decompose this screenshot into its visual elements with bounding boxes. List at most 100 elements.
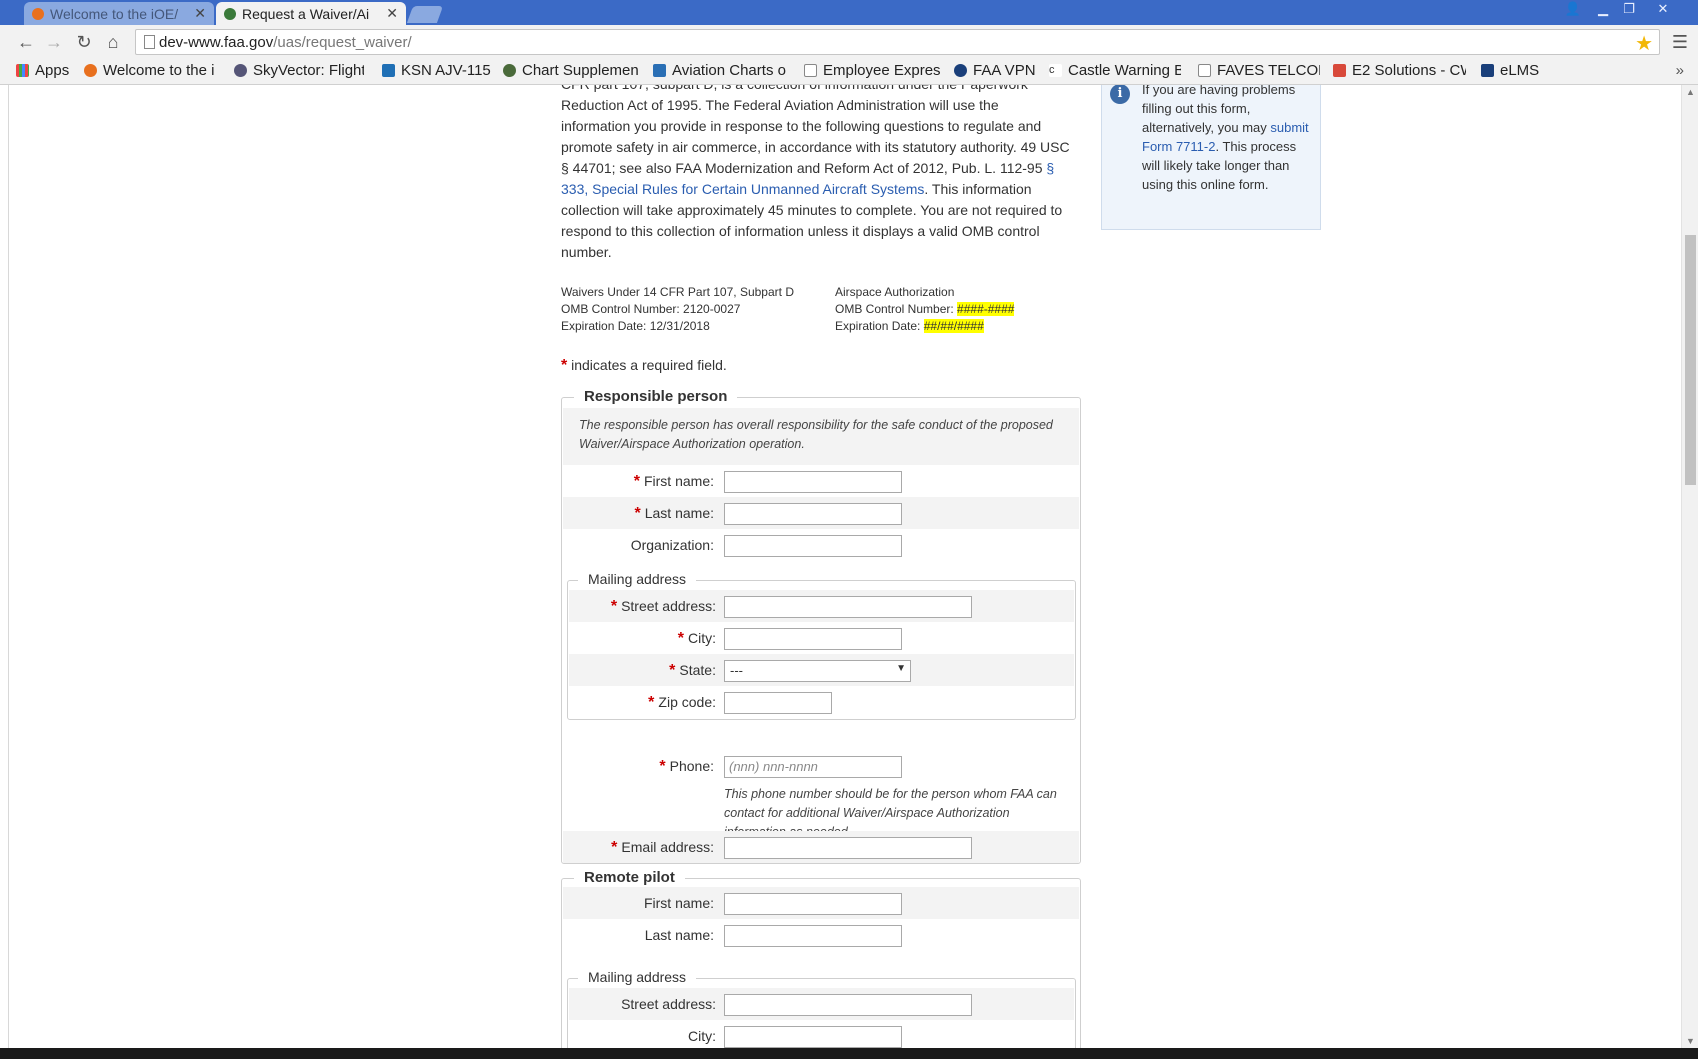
bookmark-chart-supplement[interactable]: Chart Supplemen [503,62,640,79]
omb-waivers-info: Waivers Under 14 CFR Part 107, Subpart D… [561,284,794,335]
omb-value-highlight: ##/##/#### [923,319,984,333]
scroll-up-icon[interactable]: ▲ [1686,87,1695,97]
browser-titlebar: Welcome to the iOE/ ✕ Request a Waiver/A… [0,0,1698,25]
pilot-city-row: City: [569,1020,1074,1048]
bookmark-faa-vpn[interactable]: FAA VPN [954,62,1044,79]
chart-supplement-icon [503,64,516,77]
first-name-input[interactable] [724,471,902,493]
page-scrollbar[interactable]: ▲ ▼ [1681,85,1698,1048]
back-arrow-icon[interactable]: ← [15,32,37,52]
bookmark-castle-warning[interactable]: c Castle Warning B [1049,62,1181,79]
state-label: * State: [669,662,716,680]
first-name-row: * First name: [563,465,1079,497]
bookmark-star-icon[interactable]: ★ [1635,31,1653,56]
label-text: First name: [643,895,714,911]
label-text: Street address: [621,996,716,1012]
profile-icon[interactable]: 👤 [1560,0,1586,18]
city-input[interactable] [724,628,902,650]
page-info-icon[interactable] [144,35,155,49]
new-tab-button[interactable] [406,6,444,23]
required-star: * [634,505,641,522]
label-text: Zip code: [658,694,716,710]
required-star: * [659,758,666,775]
zip-code-label: * Zip code: [648,694,716,712]
email-label: * Email address: [611,839,714,857]
bookmark-e2-solutions[interactable]: E2 Solutions - CW [1333,62,1466,79]
omb-label: OMB Control Number: [835,302,958,316]
more-bookmarks-icon[interactable]: » [1676,62,1684,79]
street-address-row: * Street address: [569,590,1074,622]
section-333-link[interactable]: § [1046,160,1054,176]
phone-input[interactable]: (nnn) nnn-nnnn [724,756,902,778]
street-address-label: * Street address: [611,598,716,616]
bookmark-label: Chart Supplemen [522,62,639,79]
bookmark-skyvector[interactable]: SkyVector: Flight [234,62,364,79]
fieldset-legend: Mailing address [578,969,697,985]
omb-value-highlight: ####-#### [957,302,1015,316]
pilot-city-label: City: [688,1028,716,1044]
required-star: * [677,630,684,647]
last-name-input[interactable] [724,503,902,525]
pilot-city-input[interactable] [724,1026,902,1048]
state-row: * State: --- ▼ [569,654,1074,686]
responsible-person-fieldset: Responsible person The responsible perso… [561,388,1081,864]
address-bar[interactable]: dev-www.faa.gov/uas/request_waiver/ ★ [135,29,1660,55]
email-input[interactable] [724,837,972,859]
close-tab-icon[interactable]: ✕ [386,5,398,22]
required-star: * [610,598,618,615]
scroll-down-icon[interactable]: ▼ [1686,1036,1695,1046]
organization-row: Organization: [563,529,1079,561]
city-label: * City: [678,630,716,648]
last-name-label: * Last name: [635,505,715,523]
pilot-street-address-input[interactable] [724,994,972,1016]
omb-airspace-info: Airspace Authorization OMB Control Numbe… [835,284,1015,335]
bookmark-ksn[interactable]: KSN AJV-115 [382,62,492,79]
bookmark-employee-express[interactable]: Employee Expres [804,62,942,79]
faa-elms-icon [1481,64,1494,77]
pilot-mailing-address-fieldset: Mailing address Street address: City: [567,969,1076,1048]
tab-request-waiver[interactable]: Request a Waiver/Ai ✕ [216,2,406,25]
url-text: dev-www.faa.gov/uas/request_waiver/ [159,34,412,51]
pilot-last-name-input[interactable] [724,925,902,947]
faa-vpn-icon [954,64,967,77]
state-select[interactable]: --- ▼ [724,660,911,682]
browser-menu-icon[interactable]: ☰ [1672,32,1688,53]
section-333-link[interactable]: 333, Special Rules for Certain Unmanned … [561,181,924,197]
required-field-note: * indicates a required field. [561,357,727,375]
bookmark-label: FAVES TELCON [1217,62,1320,79]
scrollbar-thumb[interactable] [1685,235,1696,485]
bookmark-welcome-ioe[interactable]: Welcome to the i [84,62,219,79]
minimize-window-icon[interactable]: ▁ [1590,0,1616,18]
sharepoint-icon [382,64,395,77]
label-text: Last name: [644,927,714,943]
label-text: State: [679,662,716,678]
bookmark-faves-telcon[interactable]: FAVES TELCON [1198,62,1320,79]
close-tab-icon[interactable]: ✕ [194,5,206,22]
bookmark-apps[interactable]: Apps [16,62,74,79]
taskbar-edge [0,1048,1698,1059]
pilot-first-name-label: First name: [644,895,714,911]
bookmark-elms[interactable]: eLMS [1481,62,1551,79]
fieldset-legend: Responsible person [574,388,738,405]
restore-window-icon[interactable]: ❐ [1616,0,1642,18]
label-text: City: [688,1028,716,1044]
street-address-input[interactable] [724,596,972,618]
notice-line: respond to this collection of informatio… [561,223,1040,239]
first-name-label: * First name: [634,473,714,491]
reload-icon[interactable]: ↻ [73,32,95,52]
forward-arrow-icon[interactable]: → [43,32,65,52]
browser-toolbar: ← → ↻ ⌂ dev-www.faa.gov/uas/request_waiv… [0,25,1698,59]
zip-code-input[interactable] [724,692,832,714]
bookmark-aviation-charts[interactable]: Aviation Charts o [653,62,791,79]
bookmark-label: Welcome to the i [103,62,215,79]
required-star: * [648,694,655,711]
tab-welcome-ioe[interactable]: Welcome to the iOE/ ✕ [24,2,214,25]
close-window-icon[interactable]: ✕ [1650,0,1676,18]
notice-line: § 44701; see also FAA Modernization and … [561,158,1086,179]
organization-label: Organization: [631,537,714,553]
label-text: City: [688,630,716,646]
home-icon[interactable]: ⌂ [102,32,124,52]
organization-input[interactable] [724,535,902,557]
zip-code-row: * Zip code: [569,686,1074,718]
pilot-first-name-input[interactable] [724,893,902,915]
